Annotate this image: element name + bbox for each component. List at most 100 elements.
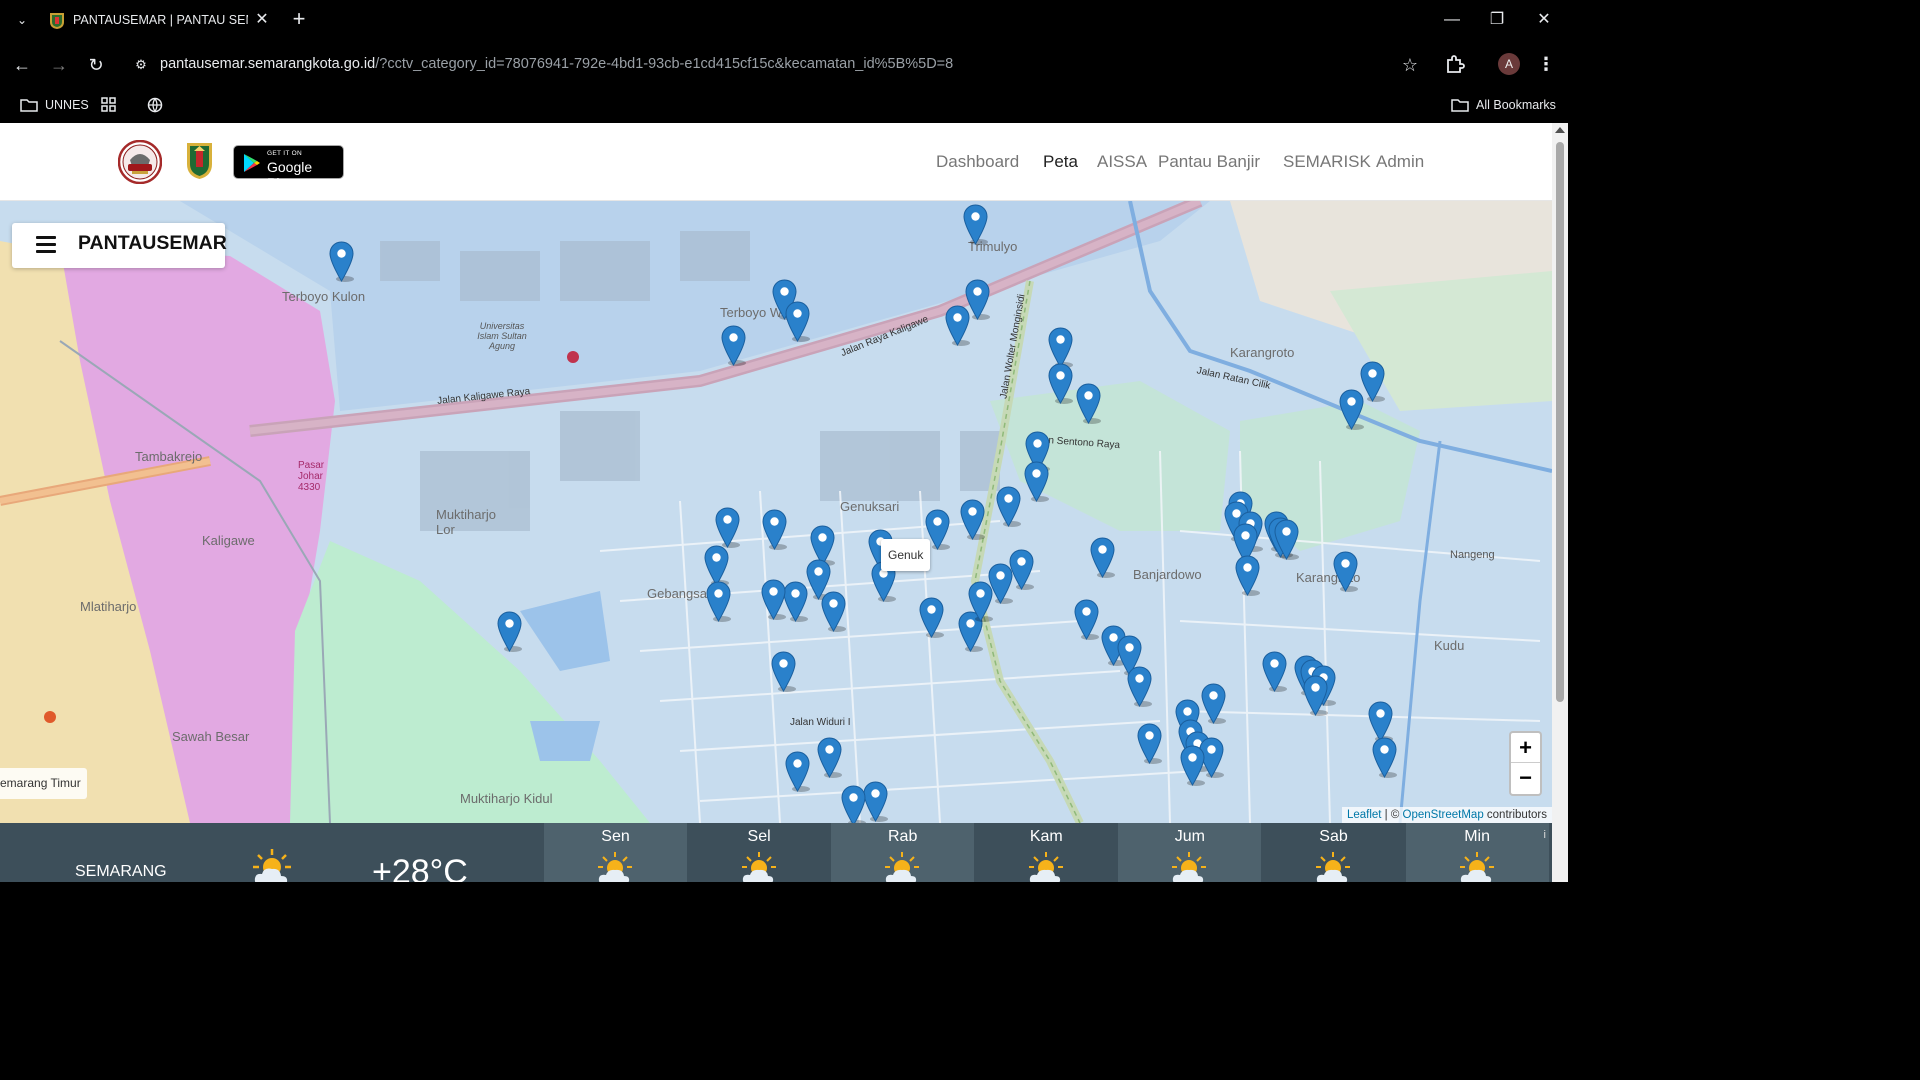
apps-grid-icon: [101, 97, 116, 112]
cctv-map-marker[interactable]: [1048, 363, 1073, 404]
browser-tab[interactable]: PANTAUSEMAR | PANTAU SEMARANG ✕: [40, 4, 276, 38]
cctv-map-marker[interactable]: [817, 737, 842, 778]
tab-close-icon[interactable]: ✕: [254, 11, 270, 29]
cctv-map-marker[interactable]: [1333, 551, 1358, 592]
bookmark-star-icon[interactable]: ☆: [1400, 55, 1420, 75]
back-icon[interactable]: ←: [10, 53, 34, 77]
cctv-map-marker[interactable]: [1262, 651, 1287, 692]
all-bookmarks[interactable]: All Bookmarks: [1451, 94, 1556, 116]
cctv-map-marker[interactable]: [919, 597, 944, 638]
cctv-map-marker[interactable]: [945, 305, 970, 346]
road-label: Jalan Widuri I: [790, 717, 851, 728]
site-header: GET IT ON Google Play Dashboard Peta AIS…: [0, 123, 1552, 201]
minimize-icon[interactable]: —: [1438, 8, 1466, 32]
cctv-map-marker[interactable]: [783, 581, 808, 622]
nav-dashboard[interactable]: Dashboard: [936, 152, 1019, 172]
weather-temperature: +28°C: [372, 853, 468, 882]
forecast-day: Sen: [544, 823, 687, 882]
nav-peta[interactable]: Peta: [1043, 152, 1078, 172]
cctv-map-marker[interactable]: [785, 301, 810, 342]
leaflet-map[interactable]: Terboyo Kulon Terboyo Wetan Trimulyo Uni…: [0, 201, 1552, 823]
close-window-icon[interactable]: ✕: [1530, 8, 1558, 32]
map-attribution: Leaflet | © OpenStreetMap contributors: [1341, 807, 1552, 823]
nav-admin[interactable]: Admin: [1376, 152, 1424, 172]
forward-icon[interactable]: →: [47, 53, 71, 77]
cctv-map-marker[interactable]: [1090, 537, 1115, 578]
cctv-map-marker[interactable]: [1201, 683, 1226, 724]
cctv-map-marker[interactable]: [1303, 675, 1328, 716]
cctv-map-marker[interactable]: [960, 499, 985, 540]
cctv-map-marker[interactable]: [1009, 549, 1034, 590]
address-bar[interactable]: ⚙ pantausemar.semarangkota.go.id/?cctv_c…: [122, 47, 1434, 83]
bookmark-apps[interactable]: [100, 94, 118, 116]
bookmark-unnes[interactable]: UNNES: [20, 94, 89, 116]
app-title: PANTAUSEMAR: [78, 232, 227, 254]
place-label: Universitas Islam Sultan Agung: [477, 321, 527, 351]
nav-semarisk[interactable]: SEMARISK: [1283, 152, 1371, 172]
zoom-out-button[interactable]: −: [1511, 763, 1540, 793]
cctv-map-marker[interactable]: [821, 591, 846, 632]
scroll-up-arrow-icon[interactable]: [1555, 127, 1565, 133]
cctv-map-marker[interactable]: [1274, 519, 1299, 560]
zoom-control: + −: [1509, 731, 1542, 796]
forecast-day-name: Sen: [601, 828, 630, 845]
pantau-logo[interactable]: [118, 140, 162, 184]
bookmark-globe[interactable]: [146, 94, 164, 116]
cctv-map-marker[interactable]: [762, 509, 787, 550]
cctv-map-marker[interactable]: [761, 579, 786, 620]
restore-icon[interactable]: ❐: [1483, 8, 1511, 32]
cctv-map-marker[interactable]: [1372, 737, 1397, 778]
google-play-badge[interactable]: GET IT ON Google Play: [233, 145, 344, 191]
weather-info-icon[interactable]: i: [1544, 829, 1546, 841]
cctv-map-marker[interactable]: [1024, 461, 1049, 502]
osm-link[interactable]: OpenStreetMap: [1403, 809, 1484, 821]
page-scrollbar[interactable]: [1552, 123, 1568, 882]
cctv-map-marker[interactable]: [704, 545, 729, 586]
hamburger-menu-icon[interactable]: [36, 236, 56, 254]
cctv-map-marker[interactable]: [329, 241, 354, 282]
leaflet-link[interactable]: Leaflet: [1347, 809, 1382, 821]
new-tab-button[interactable]: +: [288, 8, 310, 31]
cctv-map-marker[interactable]: [721, 325, 746, 366]
site-info-icon[interactable]: ⚙: [132, 56, 150, 74]
cctv-map-marker[interactable]: [963, 204, 988, 245]
reload-icon[interactable]: ↻: [84, 53, 108, 77]
cctv-map-marker[interactable]: [863, 781, 888, 822]
profile-avatar[interactable]: A: [1498, 53, 1520, 75]
browser-menu-icon[interactable]: ⋮: [1536, 53, 1556, 75]
extensions-puzzle-icon[interactable]: [1444, 53, 1466, 75]
weather-widget[interactable]: SEMARANG +28°C Sen Sel Rab Kam Jum Sab Min i: [0, 823, 1552, 882]
bookmarks-bar: UNNES All Bookmarks: [0, 88, 1568, 123]
cctv-map-marker[interactable]: [1048, 327, 1073, 368]
cctv-map-marker[interactable]: [1180, 745, 1205, 786]
web-page: GET IT ON Google Play Dashboard Peta AIS…: [0, 123, 1568, 882]
semarang-crest-favicon-icon: [50, 13, 64, 29]
scroll-thumb[interactable]: [1556, 142, 1564, 702]
cctv-map-marker[interactable]: [841, 785, 866, 823]
tab-search-chevron-icon[interactable]: ⌄: [12, 10, 32, 30]
cctv-map-marker[interactable]: [1235, 555, 1260, 596]
place-label: Kaligawe: [202, 533, 255, 548]
url-host: pantausemar.semarangkota.go.id: [160, 56, 376, 72]
cctv-map-marker[interactable]: [1137, 723, 1162, 764]
forecast-day-name: Sel: [747, 828, 771, 845]
place-label: Muktiharjo Kidul: [460, 791, 553, 806]
cctv-map-marker[interactable]: [706, 581, 731, 622]
cctv-map-marker[interactable]: [1076, 383, 1101, 424]
sidebar-toggle-card[interactable]: PANTAUSEMAR: [12, 223, 227, 268]
cctv-map-marker[interactable]: [1368, 701, 1393, 742]
forecast-day: Rab: [831, 823, 975, 882]
nav-aissa[interactable]: AISSA: [1097, 152, 1147, 172]
zoom-in-button[interactable]: +: [1511, 733, 1540, 763]
cctv-map-marker[interactable]: [1360, 361, 1385, 402]
cctv-map-marker[interactable]: [771, 651, 796, 692]
cctv-map-marker[interactable]: [715, 507, 740, 548]
cctv-map-marker[interactable]: [1074, 599, 1099, 640]
cctv-map-marker[interactable]: [785, 751, 810, 792]
kecamatan-tooltip: Genuk: [881, 539, 931, 571]
cctv-map-marker[interactable]: [1127, 666, 1152, 707]
cctv-map-marker[interactable]: [497, 611, 522, 652]
url-text[interactable]: pantausemar.semarangkota.go.id/?cctv_cat…: [160, 56, 953, 72]
nav-pantau-banjir[interactable]: Pantau Banjir: [1158, 152, 1260, 172]
cctv-map-marker[interactable]: [996, 486, 1021, 527]
